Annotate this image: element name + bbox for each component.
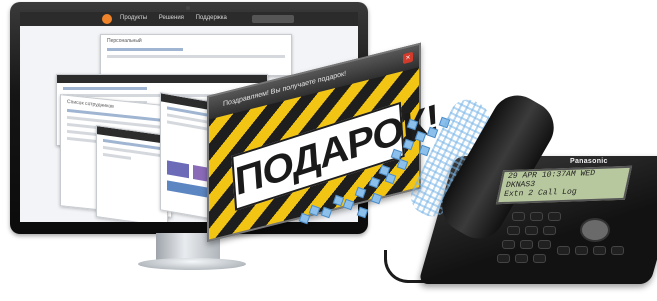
phone-key[interactable] xyxy=(502,240,515,249)
phone-key[interactable] xyxy=(538,240,551,249)
data-square xyxy=(370,192,383,205)
site-menu-item[interactable]: Решения xyxy=(159,15,184,21)
phone-function-key[interactable] xyxy=(611,246,624,255)
site-logo[interactable] xyxy=(102,14,112,24)
site-menu-item[interactable]: Продукты xyxy=(120,15,147,21)
phone-brand: Panasonic xyxy=(570,158,608,165)
web-page-back: Персональный xyxy=(100,34,292,76)
text-line xyxy=(63,87,147,90)
site-menu-item[interactable]: Поддержка xyxy=(196,15,227,21)
phone-key[interactable] xyxy=(512,212,525,221)
page-header-bar xyxy=(57,75,267,83)
text-line xyxy=(103,152,131,160)
phone-key[interactable] xyxy=(507,226,520,235)
phone-nav-pad[interactable] xyxy=(580,218,610,242)
webcam-icon xyxy=(186,6,190,10)
phone-key[interactable] xyxy=(543,226,556,235)
phone-key[interactable] xyxy=(515,254,528,263)
site-menu: Продукты Решения Поддержка xyxy=(120,15,237,21)
thumbnail-image xyxy=(167,160,189,179)
phone-key[interactable] xyxy=(525,226,538,235)
page-title: Персональный xyxy=(107,38,142,44)
site-header: Продукты Решения Поддержка xyxy=(20,12,358,26)
text-line xyxy=(107,55,285,58)
phone-key[interactable] xyxy=(497,254,510,263)
web-page-front xyxy=(96,124,168,222)
site-search-input[interactable] xyxy=(252,15,294,23)
phone-key[interactable] xyxy=(548,212,561,221)
monitor-stand-base xyxy=(138,258,246,270)
phone-key[interactable] xyxy=(533,254,546,263)
phone-key[interactable] xyxy=(530,212,543,221)
phone-display: 29 APR 10:37AM WED DKNAS3 Extn 2 Call Lo… xyxy=(495,165,633,205)
phone-function-key[interactable] xyxy=(593,246,606,255)
phone-key[interactable] xyxy=(520,240,533,249)
phone-function-key[interactable] xyxy=(557,246,570,255)
close-icon[interactable]: × xyxy=(403,51,413,65)
phone-function-key[interactable] xyxy=(575,246,588,255)
promo-scene: Продукты Решения Поддержка Персональный xyxy=(0,0,657,301)
text-line xyxy=(107,48,183,51)
